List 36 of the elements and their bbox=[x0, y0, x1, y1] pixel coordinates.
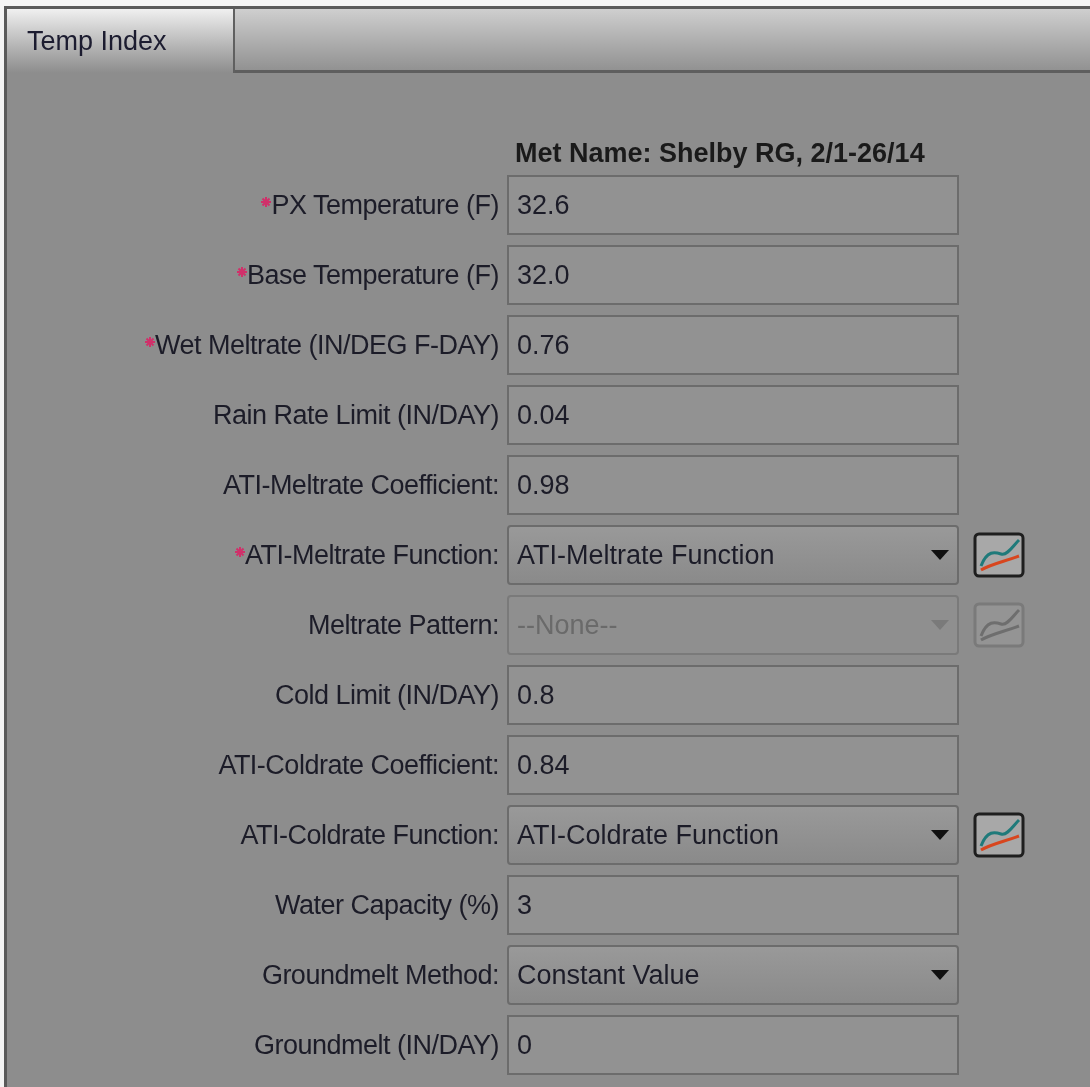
field-label: ATI-Coldrate Coefficient: bbox=[218, 748, 499, 782]
input-field[interactable]: 0.04 bbox=[507, 385, 959, 445]
caret-icon bbox=[931, 830, 949, 840]
field-label: Water Capacity (%) bbox=[274, 888, 499, 922]
tab[interactable]: Temp Index bbox=[7, 9, 235, 73]
field-label: Wet Meltrate (IN/DEG F-DAY) bbox=[154, 328, 499, 362]
dropdown[interactable]: ATI-Coldrate Function bbox=[507, 805, 959, 865]
required-icon bbox=[236, 266, 247, 277]
input-field[interactable]: 32.6 bbox=[507, 175, 959, 235]
input-field[interactable]: 0.84 bbox=[507, 735, 959, 795]
dropdown[interactable]: ATI-Meltrate Function bbox=[507, 525, 959, 585]
caret-icon bbox=[931, 970, 949, 980]
field-label: Groundmelt Method: bbox=[261, 958, 499, 992]
dropdown[interactable]: Constant Value bbox=[507, 945, 959, 1005]
input-field[interactable]: 32.0 bbox=[507, 245, 959, 305]
input-field[interactable]: 0.8 bbox=[507, 665, 959, 725]
field-label: Groundmelt (IN/DAY) bbox=[253, 1028, 499, 1062]
chart-icon[interactable] bbox=[973, 812, 1025, 858]
field-label: Rain Rate Limit (IN/DAY) bbox=[212, 398, 499, 432]
required-icon bbox=[261, 196, 272, 207]
input-field[interactable]: 0 bbox=[507, 1015, 959, 1075]
required-icon bbox=[234, 546, 245, 557]
input-field[interactable]: 3 bbox=[507, 875, 959, 935]
input-field[interactable]: 0.76 bbox=[507, 315, 959, 375]
caret-icon bbox=[931, 550, 949, 560]
field-label: ATI-Meltrate Coefficient: bbox=[222, 468, 499, 502]
input-field[interactable]: 0.98 bbox=[507, 455, 959, 515]
field-label: PX Temperature (F) bbox=[271, 188, 499, 222]
field-label: Meltrate Pattern: bbox=[307, 608, 499, 642]
chart-icon[interactable] bbox=[973, 532, 1025, 578]
required-icon bbox=[144, 336, 155, 347]
met-name-heading: Met Name: Shelby RG, 2/1-26/14 bbox=[515, 137, 925, 170]
field-label: Cold Limit (IN/DAY) bbox=[274, 678, 499, 712]
field-label: ATI-Meltrate Function: bbox=[244, 538, 499, 572]
field-label: ATI-Coldrate Function: bbox=[240, 818, 499, 852]
field-label: Base Temperature (F) bbox=[246, 258, 499, 292]
